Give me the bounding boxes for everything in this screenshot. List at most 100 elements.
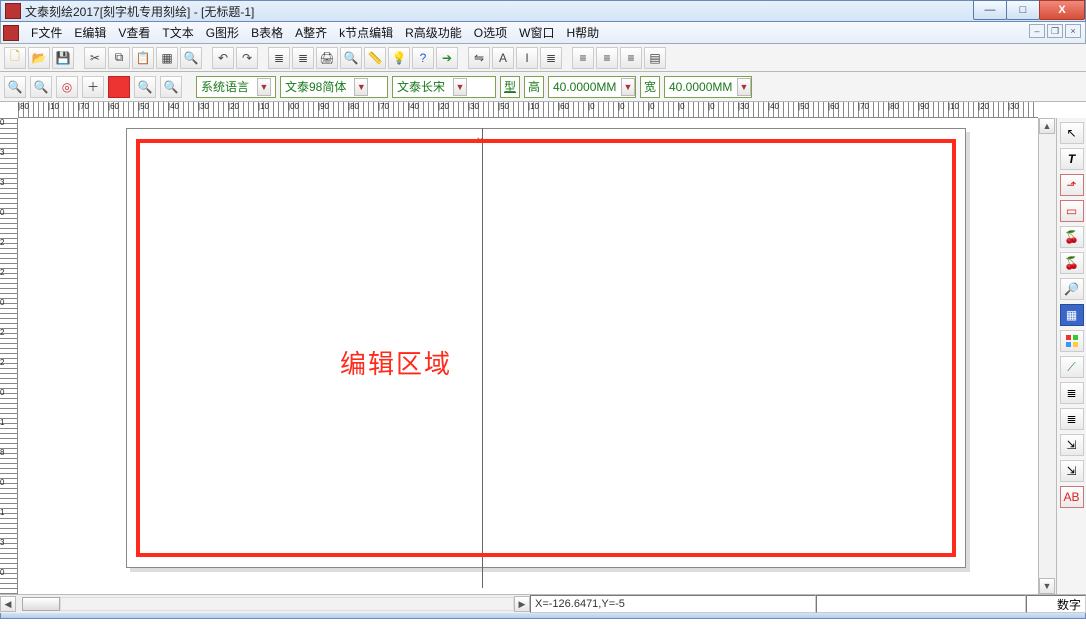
scroll-down-icon[interactable]: ▼ [1039, 578, 1055, 594]
zoomin-button[interactable]: 🔍 [4, 76, 26, 98]
flip-button[interactable]: ⇋ [468, 47, 490, 69]
window-controls: — □ X [974, 0, 1085, 20]
text-button[interactable]: A [492, 47, 514, 69]
fill-button[interactable] [108, 76, 130, 98]
mdi-min[interactable]: – [1029, 24, 1045, 38]
zoompage-button[interactable]: 🔍 [160, 76, 182, 98]
menu-window[interactable]: W窗口 [513, 22, 560, 43]
preview-button[interactable]: 🔍 [180, 47, 202, 69]
menu-node[interactable]: k节点编辑 [333, 22, 399, 43]
new-button[interactable]: 🗋 [4, 47, 26, 69]
help-button[interactable]: ? [412, 47, 434, 69]
menu-advanced[interactable]: R高级功能 [399, 22, 468, 43]
save-button[interactable]: 💾 [52, 47, 74, 69]
alignr-button[interactable]: ≡ [620, 47, 642, 69]
ruler-button[interactable]: 📏 [364, 47, 386, 69]
ruler-tick: 2 [0, 328, 4, 358]
menu-text[interactable]: T文本 [156, 22, 199, 43]
text-tool[interactable]: T [1060, 148, 1084, 170]
scroll-left-icon[interactable]: ◀ [0, 596, 16, 612]
scrollbar-horizontal[interactable]: ◀ ▶ [0, 595, 530, 613]
ruler-tick: 3 [0, 178, 4, 208]
mdi-controls: – ❐ × [1029, 24, 1081, 38]
bulb-button[interactable]: 💡 [388, 47, 410, 69]
scroll-track-h[interactable] [60, 597, 514, 611]
cherry2-tool[interactable]: 🍒 [1060, 252, 1084, 274]
output-button[interactable]: ➔ [436, 47, 458, 69]
maximize-button[interactable]: □ [1006, 0, 1040, 20]
lang-combo[interactable]: 系统语言 ▼ [196, 76, 276, 98]
scroll-right-icon[interactable]: ▶ [514, 596, 530, 612]
list-button[interactable]: ≣ [540, 47, 562, 69]
menubar: F文件 E编辑 V查看 T文本 G图形 B表格 A整齐 k节点编辑 R高级功能 … [0, 22, 1086, 44]
cherry-tool[interactable]: 🍒 [1060, 226, 1084, 248]
lines-tool[interactable]: ≣ [1060, 382, 1084, 404]
menu-align[interactable]: A整齐 [289, 22, 333, 43]
ruler-tick: |30 [738, 102, 768, 111]
ab-tool[interactable]: AB [1060, 486, 1084, 508]
arrange2-tool[interactable]: ⇲ [1060, 460, 1084, 482]
zoomfit-button[interactable]: 🔍 [134, 76, 156, 98]
height-input[interactable]: 40.0000MM ▼ [548, 76, 636, 98]
cut-button[interactable]: ✂ [84, 47, 106, 69]
mdi-close[interactable]: × [1065, 24, 1081, 38]
grid-button[interactable]: ▦ [156, 47, 178, 69]
ruler-vertical[interactable]: 0330220220180130120 [0, 118, 18, 594]
menu-help[interactable]: H帮助 [560, 22, 605, 43]
dropdown-arrow-icon: ▼ [453, 78, 467, 96]
target-button[interactable]: ◎ [56, 76, 78, 98]
ruler-tick: 0 [0, 118, 4, 148]
canvas[interactable]: ✕ 编辑区域 [18, 118, 1038, 594]
menu-table[interactable]: B表格 [245, 22, 289, 43]
colors-tool[interactable] [1060, 330, 1084, 352]
menu-edit[interactable]: E编辑 [68, 22, 112, 43]
copy-button[interactable]: ⧉ [108, 47, 130, 69]
undo-button[interactable]: ↶ [212, 47, 234, 69]
menu-options[interactable]: O选项 [468, 22, 513, 43]
close-button[interactable]: X [1039, 0, 1085, 20]
menu-shape[interactable]: G图形 [200, 22, 245, 43]
cutlines-tool[interactable]: ≣ [1060, 408, 1084, 430]
rect-tool[interactable]: ▭ [1060, 200, 1084, 222]
alignc-button[interactable]: ≡ [596, 47, 618, 69]
ruler-tick: |40 [768, 102, 798, 111]
ruler-horizontal[interactable]: |80|10|70|60|50|40|30|20|10|00|90|80|70|… [18, 102, 1038, 118]
style-combo[interactable]: 文泰长宋 ▼ [392, 76, 496, 98]
workarea: 0330220220180130120 ✕ 编辑区域 ▲ ▼ ↖ T ⬏ ▭ 🍒… [0, 118, 1086, 594]
print-button[interactable]: 🖨 [316, 47, 338, 69]
status-spacer [816, 595, 1026, 613]
font-combo[interactable]: 文泰98简体 ▼ [280, 76, 388, 98]
open-button[interactable]: 📂 [28, 47, 50, 69]
ruler-tick: |70 [858, 102, 888, 111]
width-input[interactable]: 40.0000MM ▼ [664, 76, 752, 98]
table-tool[interactable]: ▦ [1060, 304, 1084, 326]
ruler-tick: |00 [288, 102, 318, 111]
doc-icon [3, 25, 19, 41]
page-button[interactable]: ≣ [268, 47, 290, 69]
window-title: 文泰刻绘2017[刻字机专用刻绘] - [无标题-1] [25, 3, 254, 20]
mdi-restore[interactable]: ❐ [1047, 24, 1063, 38]
qzoom-tool[interactable]: 🔎 [1060, 278, 1084, 300]
zoom-button[interactable]: 🔍 [340, 47, 362, 69]
node-tool[interactable]: ⬏ [1060, 174, 1084, 196]
brush-tool[interactable]: ⟋ [1060, 356, 1084, 378]
ruler-tick: 2 [0, 358, 4, 388]
scroll-track[interactable] [1039, 134, 1056, 578]
pointer-tool[interactable]: ↖ [1060, 122, 1084, 144]
menu-file[interactable]: F文件 [25, 22, 68, 43]
alignj-button[interactable]: ▤ [644, 47, 666, 69]
minimize-button[interactable]: — [973, 0, 1007, 20]
plus-button[interactable]: ＋ [82, 76, 104, 98]
arrange1-tool[interactable]: ⇲ [1060, 434, 1084, 456]
paste-button[interactable]: 📋 [132, 47, 154, 69]
italic-button[interactable]: I [516, 47, 538, 69]
scroll-up-icon[interactable]: ▲ [1039, 118, 1055, 134]
redo-button[interactable]: ↷ [236, 47, 258, 69]
alignl-button[interactable]: ≡ [572, 47, 594, 69]
menu-view[interactable]: V查看 [112, 22, 156, 43]
scroll-thumb[interactable] [22, 597, 60, 611]
scrollbar-vertical[interactable]: ▲ ▼ [1038, 118, 1056, 594]
zoomout-button[interactable]: 🔍 [30, 76, 52, 98]
page2-button[interactable]: ≣ [292, 47, 314, 69]
toolbar-main: 🗋 📂 💾 ✂ ⧉ 📋 ▦ 🔍 ↶ ↷ ≣ ≣ 🖨 🔍 📏 💡 ? ➔ ⇋ A … [0, 44, 1086, 72]
